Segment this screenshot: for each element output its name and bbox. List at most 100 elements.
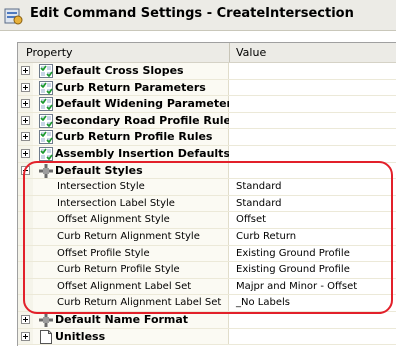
property-group-default-name-format[interactable]: Default Name Format	[18, 312, 396, 329]
property-group-secondary-road-profile-rules[interactable]: Secondary Road Profile Rules	[18, 112, 396, 130]
property-row-intersection-label-style[interactable]: Intersection Label Style Standard	[18, 195, 396, 213]
property-value-cell[interactable]: _No Labels	[229, 295, 396, 311]
property-name-cell[interactable]: Offset Alignment Style	[33, 212, 229, 228]
property-value: Standard	[236, 197, 282, 209]
property-label: Curb Return Profile Rules	[55, 130, 213, 144]
property-value-cell[interactable]: Existing Ground Profile	[229, 245, 396, 262]
property-name-cell[interactable]: Curb Return Profile Rules	[21, 129, 229, 145]
property-value-cell[interactable]	[229, 328, 396, 345]
property-value-cell[interactable]	[229, 162, 396, 179]
property-label: Secondary Road Profile Rules	[55, 113, 238, 127]
property-row-offset-alignment-label-set[interactable]: Offset Alignment Label Set Majpr and Mino…	[18, 278, 396, 296]
property-name-cell[interactable]: Default Cross Slopes	[21, 63, 229, 79]
check-grid-icon	[39, 97, 53, 112]
check-grid-icon	[39, 147, 53, 161]
property-label: Offset Alignment Label Set	[57, 280, 192, 292]
expand-toggle-icon[interactable]	[21, 331, 30, 341]
settings-app-icon	[4, 8, 23, 25]
property-group-curb-return-profile-rules[interactable]: Curb Return Profile Rules	[18, 129, 396, 146]
property-value: Standard	[236, 181, 282, 193]
property-row-curb-return-profile-style[interactable]: Curb Return Profile Style Existing Ground…	[18, 262, 396, 279]
property-label: Offset Profile Style	[57, 247, 150, 259]
property-row-offset-profile-style[interactable]: Offset Profile Style Existing Ground Prof…	[18, 245, 396, 263]
property-name-cell[interactable]: Curb Return Alignment Label Set	[33, 295, 229, 311]
property-grid[interactable]: Property Value Default Cross Slopes Curb …	[17, 42, 396, 346]
property-name-cell[interactable]: Default Styles	[21, 162, 229, 179]
property-name-cell[interactable]: Secondary Road Profile Rules	[21, 112, 238, 129]
expand-toggle-icon[interactable]	[21, 99, 30, 109]
property-value-cell[interactable]	[229, 112, 396, 129]
property-value-cell[interactable]: Curb Return	[229, 229, 396, 245]
property-name-cell[interactable]: Intersection Style	[33, 179, 229, 195]
row-gutter	[18, 195, 33, 212]
property-value: _No Labels	[236, 297, 290, 309]
property-value-cell[interactable]: Standard	[229, 179, 396, 195]
window-title: Edit Command Settings - CreateIntersecti…	[30, 6, 354, 21]
property-name-cell[interactable]: Curb Return Parameters	[21, 79, 229, 96]
property-name-cell[interactable]: Unitless	[21, 328, 229, 345]
property-name-cell[interactable]: Offset Profile Style	[33, 245, 229, 262]
property-group-default-cross-slopes[interactable]: Default Cross Slopes	[18, 63, 396, 80]
property-label: Default Styles	[55, 163, 143, 177]
property-group-curb-return-parameters[interactable]: Curb Return Parameters	[18, 79, 396, 97]
property-label: Curb Return Alignment Label Set	[57, 297, 222, 309]
property-label: Intersection Style	[57, 181, 145, 193]
property-value-cell[interactable]: Offset	[229, 212, 396, 228]
property-label: Default Cross Slopes	[55, 64, 184, 77]
property-value-cell[interactable]: Standard	[229, 195, 396, 212]
property-label: Default Name Format	[55, 313, 189, 326]
property-group-default-styles[interactable]: Default Styles	[18, 162, 396, 180]
expand-toggle-icon[interactable]	[21, 149, 30, 158]
property-value-cell[interactable]	[229, 79, 396, 96]
row-gutter	[18, 179, 33, 195]
expand-toggle-icon[interactable]	[21, 82, 30, 92]
row-gutter	[18, 245, 33, 262]
property-row-curb-return-alignment-style[interactable]: Curb Return Alignment Style Curb Return	[18, 229, 396, 246]
property-label: Assembly Insertion Defaults	[55, 147, 230, 160]
property-value-cell[interactable]	[229, 96, 396, 112]
property-name-cell[interactable]: Curb Return Profile Style	[33, 262, 229, 278]
property-value-cell[interactable]	[229, 146, 396, 162]
property-label: Default Widening Parameters	[55, 97, 239, 111]
property-value-cell[interactable]: Majpr and Minor - Offset	[229, 278, 396, 295]
row-gutter	[18, 278, 33, 295]
property-name-cell[interactable]: Default Widening Parameters	[21, 96, 239, 112]
expand-toggle-icon[interactable]	[21, 315, 30, 324]
property-value-cell[interactable]	[229, 129, 396, 145]
property-value: Curb Return	[236, 231, 297, 242]
expand-toggle-icon[interactable]	[21, 115, 30, 125]
property-name-cell[interactable]: Default Name Format	[21, 312, 229, 328]
property-value: Existing Ground Profile	[236, 264, 350, 276]
title-bar: Edit Command Settings - CreateIntersecti…	[0, 0, 396, 31]
row-gutter	[18, 262, 33, 278]
property-group-unitless[interactable]: Unitless	[18, 328, 396, 346]
property-row-curb-return-alignment-label-set[interactable]: Curb Return Alignment Label Set _No Label…	[18, 295, 396, 312]
property-group-assembly-insertion-defaults[interactable]: Assembly Insertion Defaults	[18, 146, 396, 163]
document-icon	[40, 329, 52, 344]
property-value-cell[interactable]: Existing Ground Profile	[229, 262, 396, 278]
property-group-default-widening-parameters[interactable]: Default Widening Parameters	[18, 96, 396, 113]
property-value: Offset	[236, 214, 267, 226]
value-column-label: Value	[236, 46, 267, 59]
styles-cross-icon	[39, 163, 53, 178]
property-column-label: Property	[26, 46, 73, 59]
property-name-cell[interactable]: Intersection Label Style	[33, 195, 229, 212]
property-value: Majpr and Minor - Offset	[236, 280, 358, 292]
property-name-cell[interactable]: Curb Return Alignment Style	[33, 229, 229, 245]
row-gutter	[18, 212, 33, 228]
property-value-cell[interactable]	[229, 312, 396, 328]
check-grid-icon	[39, 80, 53, 95]
collapse-toggle-icon[interactable]	[21, 165, 30, 175]
property-label: Unitless	[55, 329, 106, 343]
check-grid-icon	[39, 113, 53, 128]
row-gutter	[18, 295, 33, 311]
property-name-cell[interactable]: Offset Alignment Label Set	[33, 278, 229, 295]
expand-toggle-icon[interactable]	[21, 132, 30, 142]
property-row-offset-alignment-style[interactable]: Offset Alignment Style Offset	[18, 212, 396, 229]
property-name-cell[interactable]: Assembly Insertion Defaults	[21, 146, 230, 162]
expand-toggle-icon[interactable]	[21, 66, 30, 75]
row-gutter	[18, 229, 33, 245]
property-label: Curb Return Parameters	[55, 80, 206, 94]
property-value-cell[interactable]	[229, 63, 396, 79]
property-row-intersection-style[interactable]: Intersection Style Standard	[18, 179, 396, 196]
